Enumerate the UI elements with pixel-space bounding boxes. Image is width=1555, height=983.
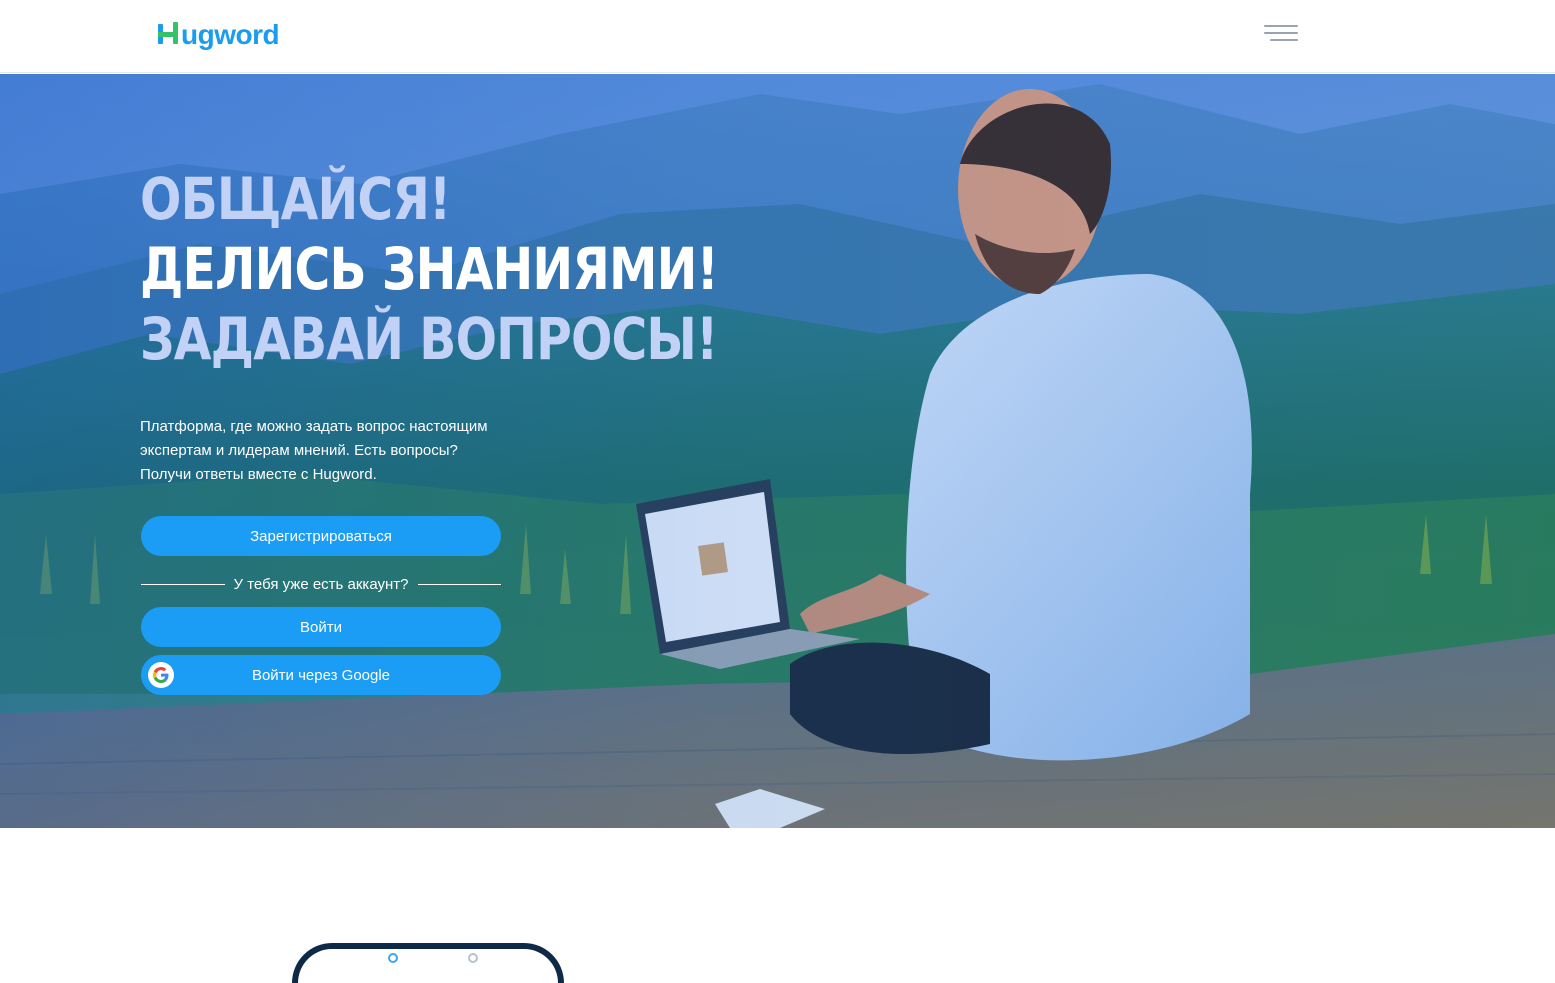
headline-line-1: ОБЩАЙСЯ!	[140, 165, 451, 233]
login-button[interactable]: Войти	[141, 607, 501, 647]
hero-description: Платформа, где можно задать вопрос насто…	[140, 415, 500, 487]
hugword-h-logo-icon	[158, 22, 180, 46]
have-account-divider: У тебя уже есть аккаунт?	[141, 574, 501, 594]
phone-mockup-preview	[292, 943, 564, 983]
app-icon	[468, 953, 478, 963]
app-icon	[388, 953, 398, 963]
hugword-logo[interactable]: ugword	[158, 17, 280, 51]
register-button[interactable]: Зарегистрироваться	[141, 516, 501, 556]
google-g-icon	[148, 662, 174, 688]
hamburger-menu-icon[interactable]	[1264, 24, 1298, 44]
description-line: экспертам и лидерам мнений. Есть вопросы…	[140, 442, 458, 459]
top-navbar: ugword	[0, 0, 1555, 73]
register-button-label: Зарегистрироваться	[250, 527, 392, 545]
logo-text: ugword	[181, 19, 280, 50]
have-account-text: У тебя уже есть аккаунт?	[233, 575, 409, 593]
headline-line-2: ДЕЛИСЬ ЗНАНИЯМИ!	[140, 235, 719, 303]
description-line: Платформа, где можно задать вопрос насто…	[140, 418, 488, 435]
hero-section: ОБЩАЙСЯ! ДЕЛИСЬ ЗНАНИЯМИ! ЗАДАВАЙ ВОПРОС…	[0, 74, 1555, 828]
divider-line	[141, 583, 225, 585]
headline-line-3: ЗАДАВАЙ ВОПРОСЫ!	[140, 305, 718, 373]
login-button-label: Войти	[300, 618, 342, 636]
description-line: Получи ответы вместе с Hugword.	[140, 466, 377, 483]
google-login-button[interactable]: Войти через Google	[141, 655, 501, 695]
divider-line	[417, 583, 501, 585]
google-login-label: Войти через Google	[251, 666, 391, 684]
